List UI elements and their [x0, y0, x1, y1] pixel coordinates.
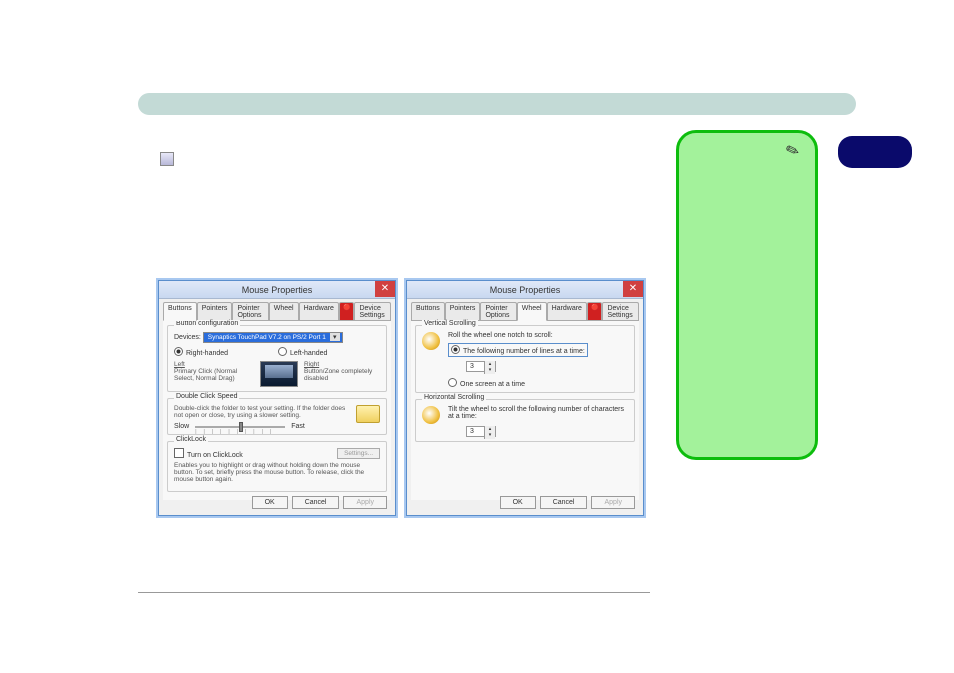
- right-col-title: Right: [304, 361, 374, 368]
- close-icon[interactable]: ✕: [623, 281, 643, 297]
- group-vertical-scrolling: Vertical Scrolling Roll the wheel one no…: [415, 325, 635, 393]
- ok-button[interactable]: OK: [252, 496, 288, 509]
- right-col-text: Button/Zone completely disabled: [304, 368, 374, 382]
- tab-wheel[interactable]: Wheel: [517, 302, 547, 321]
- double-click-slider[interactable]: ||||||||||: [195, 426, 285, 428]
- tab-device-badge: 🔴: [587, 302, 602, 321]
- tab-wheel[interactable]: Wheel: [269, 302, 299, 321]
- mouse-cpl-icon: [160, 152, 174, 166]
- legend-horizontal: Horizontal Scrolling: [422, 394, 486, 401]
- tab-pointers[interactable]: Pointers: [197, 302, 233, 321]
- group-double-click: Double Click Speed Double-click the fold…: [167, 398, 387, 435]
- pencil-icon: ✎: [783, 139, 802, 162]
- tab-device-settings[interactable]: Device Settings: [602, 302, 639, 321]
- double-click-help: Double-click the folder to test your set…: [174, 405, 350, 419]
- tab-buttons[interactable]: Buttons: [163, 302, 197, 321]
- clicklock-settings-button[interactable]: Settings...: [337, 448, 380, 459]
- cancel-button[interactable]: Cancel: [292, 496, 340, 509]
- radio-lines[interactable]: The following number of lines at a time:: [451, 348, 585, 355]
- legend-vertical: Vertical Scrolling: [422, 320, 478, 327]
- tab-pointer-options[interactable]: Pointer Options: [480, 302, 516, 321]
- devices-dropdown[interactable]: Synaptics TouchPad V7.2 on PS/2 Port 1: [203, 332, 343, 343]
- checkbox-clicklock[interactable]: Turn on ClickLock: [174, 452, 243, 459]
- apply-button[interactable]: Apply: [343, 496, 387, 509]
- vertical-intro: Roll the wheel one notch to scroll:: [448, 332, 628, 339]
- radio-left-handed[interactable]: Left-handed: [278, 347, 327, 357]
- slider-fast-label: Fast: [291, 423, 305, 430]
- dialog-titlebar[interactable]: Mouse Properties ✕: [159, 281, 395, 299]
- horizontal-intro: Tilt the wheel to scroll the following n…: [448, 406, 628, 420]
- group-button-config: Button configuration Devices: Synaptics …: [167, 325, 387, 392]
- legend-button-config: Button configuration: [174, 320, 240, 327]
- tab-buttons[interactable]: Buttons: [411, 302, 445, 321]
- mouse-properties-dialog-wheel: Mouse Properties ✕ Buttons Pointers Poin…: [406, 280, 644, 516]
- ok-button[interactable]: OK: [500, 496, 536, 509]
- close-icon[interactable]: ✕: [375, 281, 395, 297]
- left-col-text: Primary Click (Normal Select, Normal Dra…: [174, 368, 254, 382]
- tab-pointers[interactable]: Pointers: [445, 302, 481, 321]
- side-note-box: ✎: [676, 130, 818, 460]
- tab-panel-buttons: Button configuration Devices: Synaptics …: [163, 320, 391, 500]
- tab-device-badge: 🔴: [339, 302, 354, 321]
- tab-panel-wheel: Vertical Scrolling Roll the wheel one no…: [411, 320, 639, 500]
- bottom-rule: [138, 592, 650, 593]
- left-col-title: Left: [174, 361, 254, 368]
- section-header-bar: [138, 93, 856, 115]
- horizontal-chars-spinner[interactable]: 3: [466, 426, 496, 437]
- side-dark-pill: [838, 136, 912, 168]
- wheel-icon: [422, 332, 440, 350]
- legend-clicklock: ClickLock: [174, 436, 208, 443]
- tab-device-settings[interactable]: Device Settings: [354, 302, 391, 321]
- radio-one-screen[interactable]: One screen at a time: [448, 381, 525, 388]
- dialog-title: Mouse Properties: [490, 285, 561, 295]
- tab-row: Buttons Pointers Pointer Options Wheel H…: [407, 299, 643, 320]
- folder-test-icon[interactable]: [356, 405, 380, 423]
- touchpad-image: [260, 361, 298, 387]
- wheel-tilt-icon: [422, 406, 440, 424]
- dialog-button-row: OK Cancel Apply: [252, 496, 387, 509]
- tab-hardware[interactable]: Hardware: [299, 302, 339, 321]
- tab-hardware[interactable]: Hardware: [547, 302, 587, 321]
- mouse-properties-dialog-buttons: Mouse Properties ✕ Buttons Pointers Poin…: [158, 280, 396, 516]
- clicklock-help: Enables you to highlight or drag without…: [174, 462, 380, 483]
- legend-double-click: Double Click Speed: [174, 393, 239, 400]
- dialog-titlebar[interactable]: Mouse Properties ✕: [407, 281, 643, 299]
- radio-right-handed[interactable]: Right-handed: [174, 347, 228, 357]
- dialog-title: Mouse Properties: [242, 285, 313, 295]
- dialog-button-row: OK Cancel Apply: [500, 496, 635, 509]
- slider-slow-label: Slow: [174, 423, 189, 430]
- body-line-2: [160, 152, 660, 169]
- tab-pointer-options[interactable]: Pointer Options: [232, 302, 268, 321]
- group-clicklock: ClickLock Turn on ClickLock Settings... …: [167, 441, 387, 492]
- cancel-button[interactable]: Cancel: [540, 496, 588, 509]
- apply-button[interactable]: Apply: [591, 496, 635, 509]
- vertical-lines-spinner[interactable]: 3: [466, 361, 496, 372]
- devices-label: Devices:: [174, 334, 201, 341]
- tab-row: Buttons Pointers Pointer Options Wheel H…: [159, 299, 395, 320]
- group-horizontal-scrolling: Horizontal Scrolling Tilt the wheel to s…: [415, 399, 635, 442]
